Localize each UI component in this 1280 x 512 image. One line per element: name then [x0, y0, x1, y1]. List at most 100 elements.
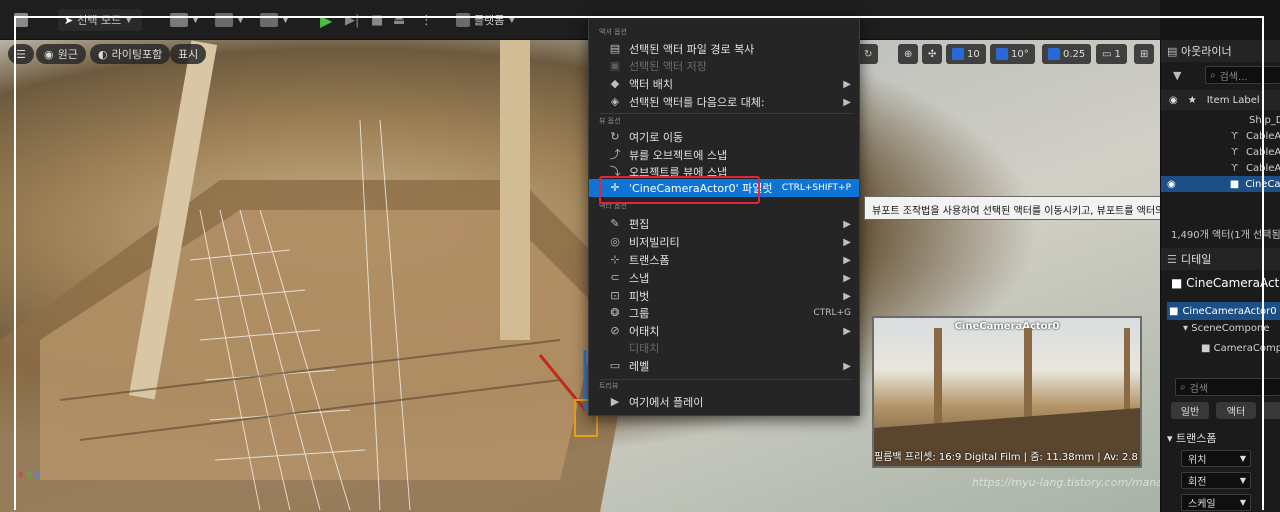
blueprint-button[interactable]: ▼: [215, 9, 244, 31]
frame-border: [14, 16, 1264, 18]
eject-button[interactable]: ⏏: [393, 9, 405, 31]
snap-item[interactable]: ⊂ 스냅 ▶: [589, 269, 859, 287]
realtime-icon[interactable]: ↻: [858, 44, 879, 64]
eye-icon[interactable]: ◉: [1167, 179, 1176, 190]
camera-icon: ▭: [1102, 48, 1112, 60]
chevron-down-icon: ▼: [1239, 498, 1246, 507]
layout-icon[interactable]: ⊞: [1134, 44, 1155, 64]
chevron-down-icon: ▾: [1167, 432, 1173, 445]
highlight-box: [599, 176, 760, 204]
star-icon[interactable]: ★: [1188, 95, 1197, 106]
section-label: 액셔 옵션: [599, 28, 627, 36]
preview-info: 필름백 프리셋: 16:9 Digital Film | 줌: 11.38mm …: [874, 452, 1142, 463]
step-button[interactable]: ▶|: [345, 9, 359, 31]
filter-icon[interactable]: ▼: [1173, 69, 1181, 82]
scale-snap-button[interactable]: 0.25: [1042, 44, 1092, 64]
replace-icon: ◈: [610, 95, 620, 108]
save-icon: ▣: [609, 59, 621, 72]
rotation-dropdown[interactable]: 회전 ▼: [1181, 472, 1251, 489]
lighting-icon: ◐: [98, 47, 108, 61]
actor-icon: ■: [1171, 276, 1183, 290]
chevron-down-icon: ▾: [1183, 323, 1189, 334]
group-item[interactable]: ❂ 그룹 CTRL+G: [589, 304, 859, 322]
search-icon: ⌕: [1180, 381, 1186, 393]
detach-item[interactable]: 디태치: [589, 339, 859, 357]
pivot-icon: ⊡: [610, 289, 620, 302]
platform-dropdown[interactable]: 플랫폼 ▼: [456, 9, 515, 31]
play-icon: ▶: [610, 395, 620, 408]
menu-divider: [599, 113, 853, 114]
chevron-right-icon: ▶: [843, 96, 851, 108]
snap-view-to-object-item[interactable]: ⤴ 뷰를 오브젝트에 스냅: [589, 146, 859, 164]
main-toolbar: ➤ 선택 모드 ▼ ▼ ▼ ▼ ▶ ▶| ■ ⏏ ⋮ 플랫폼 ▼: [0, 0, 1160, 40]
chevron-right-icon: ▶: [843, 78, 851, 90]
scene-component[interactable]: ▾ SceneCompone: [1183, 323, 1270, 334]
save-icon[interactable]: [14, 9, 28, 31]
show-label: 표시: [178, 48, 199, 61]
perspective-button[interactable]: ◉ 원근: [36, 44, 86, 64]
play-button[interactable]: ▶: [320, 9, 332, 31]
tab-actor[interactable]: 액터: [1216, 402, 1256, 419]
pilot-shortcut: CTRL+SHIFT+P: [781, 183, 851, 193]
details-title: 디테일: [1181, 253, 1212, 266]
copy-actor-path-item[interactable]: ▤ 선택된 액터 파일 경로 복사: [589, 40, 859, 58]
camera-icon: ■: [1201, 343, 1211, 354]
eye-icon: ◎: [610, 235, 620, 248]
grid-snap-button[interactable]: 10: [946, 44, 986, 64]
magnet-icon: ⊂: [610, 271, 620, 284]
lighting-button[interactable]: ◐ 라이팅포함: [90, 44, 171, 64]
rotation-snap-value: 10°: [1011, 48, 1029, 60]
tab-general[interactable]: 일반: [1171, 402, 1209, 419]
place-actor-item[interactable]: ◆ 액터 배치 ▶: [589, 75, 859, 93]
camera-speed-button[interactable]: ▭ 1: [1096, 44, 1127, 64]
more-options-icon[interactable]: ⋮: [420, 9, 433, 31]
perspective-label: 원근: [57, 48, 78, 61]
item-label-column[interactable]: Item Label: [1207, 95, 1260, 106]
cable-icon: ϒ: [1231, 162, 1238, 174]
level-icon: ▭: [609, 359, 621, 372]
camera-icon: ■: [1229, 178, 1240, 190]
play-here-item[interactable]: ▶ 여기에서 플레이: [589, 393, 859, 411]
axis-gizmo-icon: x y z: [18, 470, 40, 480]
transform-section[interactable]: ▾ 트랜스폼: [1167, 430, 1217, 446]
mode-dropdown[interactable]: ➤ 선택 모드 ▼: [58, 9, 142, 31]
stop-button[interactable]: ■: [371, 9, 383, 31]
pivot-item[interactable]: ⊡ 피벗 ▶: [589, 287, 859, 305]
scale-icon: [1048, 48, 1060, 60]
cable-icon: ϒ: [1231, 130, 1238, 142]
frame-border: [14, 16, 16, 510]
tab-more[interactable]: [1263, 402, 1280, 419]
visibility-item[interactable]: ◎ 비저빌리티 ▶: [589, 233, 859, 251]
details-search-input[interactable]: ⌕ 검색: [1175, 378, 1280, 396]
level-item[interactable]: ▭ 레벨 ▶: [589, 357, 859, 375]
details-icon: ☰: [1167, 252, 1177, 266]
save-actor-item[interactable]: ▣ 선택된 액터 저장: [589, 57, 859, 75]
world-icon[interactable]: ⊕: [898, 44, 919, 64]
replace-actor-item[interactable]: ◈ 선택된 액터를 다음으로 대체: ▶: [589, 93, 859, 111]
add-content-button[interactable]: ▼: [170, 9, 199, 31]
search-icon: ⌕: [1210, 69, 1216, 81]
snap-icon: ⤴: [609, 148, 621, 161]
surface-snap-icon[interactable]: ✣: [922, 44, 943, 64]
perspective-icon: ◉: [44, 47, 54, 61]
eye-icon[interactable]: ◉: [1169, 95, 1178, 106]
chevron-right-icon: ▶: [843, 272, 851, 284]
menu-divider: [599, 379, 853, 380]
chevron-right-icon: ▶: [843, 254, 851, 266]
viewport-menu-button[interactable]: ☰: [8, 44, 34, 64]
outliner-search-input[interactable]: ⌕ 검색...: [1205, 66, 1280, 84]
show-button[interactable]: 표시: [170, 44, 207, 64]
camera-speed-value: 1: [1114, 48, 1121, 60]
rotation-snap-button[interactable]: 10°: [990, 44, 1035, 64]
edit-icon: ✎: [610, 217, 620, 230]
camera-component[interactable]: ■ CameraComp: [1201, 343, 1280, 354]
scale-dropdown[interactable]: 스케일 ▼: [1181, 494, 1251, 511]
cinematics-button[interactable]: ▼: [260, 9, 289, 31]
transform-item[interactable]: ⊹ 트랜스폼 ▶: [589, 251, 859, 269]
lighting-label: 라이팅포함: [111, 48, 163, 61]
hamburger-icon: ☰: [16, 47, 26, 61]
attach-item[interactable]: ⊘ 어태치 ▶: [589, 322, 859, 340]
location-dropdown[interactable]: 위치 ▼: [1181, 450, 1251, 467]
move-here-item[interactable]: ↻ 여기로 이동: [589, 128, 859, 146]
edit-item[interactable]: ✎ 편집 ▶: [589, 215, 859, 233]
